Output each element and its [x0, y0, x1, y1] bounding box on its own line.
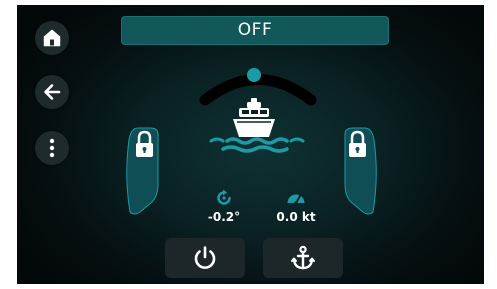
control-screen: OFF -0.2° 0.0 kt: [17, 5, 484, 284]
more-vertical-icon: [49, 138, 55, 158]
home-button[interactable]: [35, 21, 69, 55]
back-button[interactable]: [35, 75, 69, 109]
heading-readout: -0.2°: [191, 189, 257, 224]
boat-diagram: [199, 68, 317, 153]
right-thruster[interactable]: [339, 126, 379, 216]
mode-status-bar[interactable]: OFF: [121, 16, 389, 45]
waves-icon: [209, 137, 305, 153]
more-menu-button[interactable]: [35, 131, 69, 165]
rotate-icon: [217, 189, 231, 205]
anchor-icon: [291, 245, 315, 270]
arrow-left-icon: [44, 84, 61, 100]
speed-value: 0.0 kt: [276, 210, 316, 224]
boat-icon: [233, 98, 275, 137]
power-button[interactable]: [165, 238, 245, 278]
speedometer-icon: [287, 194, 305, 205]
heading-offset-value: -0.2°: [207, 210, 241, 224]
home-icon: [43, 29, 61, 47]
anchor-button[interactable]: [263, 238, 343, 278]
heading-arc: [199, 74, 317, 106]
power-icon: [194, 246, 216, 269]
left-thruster[interactable]: [124, 126, 164, 216]
heading-indicator: [247, 68, 261, 82]
speed-readout: 0.0 kt: [263, 189, 329, 224]
